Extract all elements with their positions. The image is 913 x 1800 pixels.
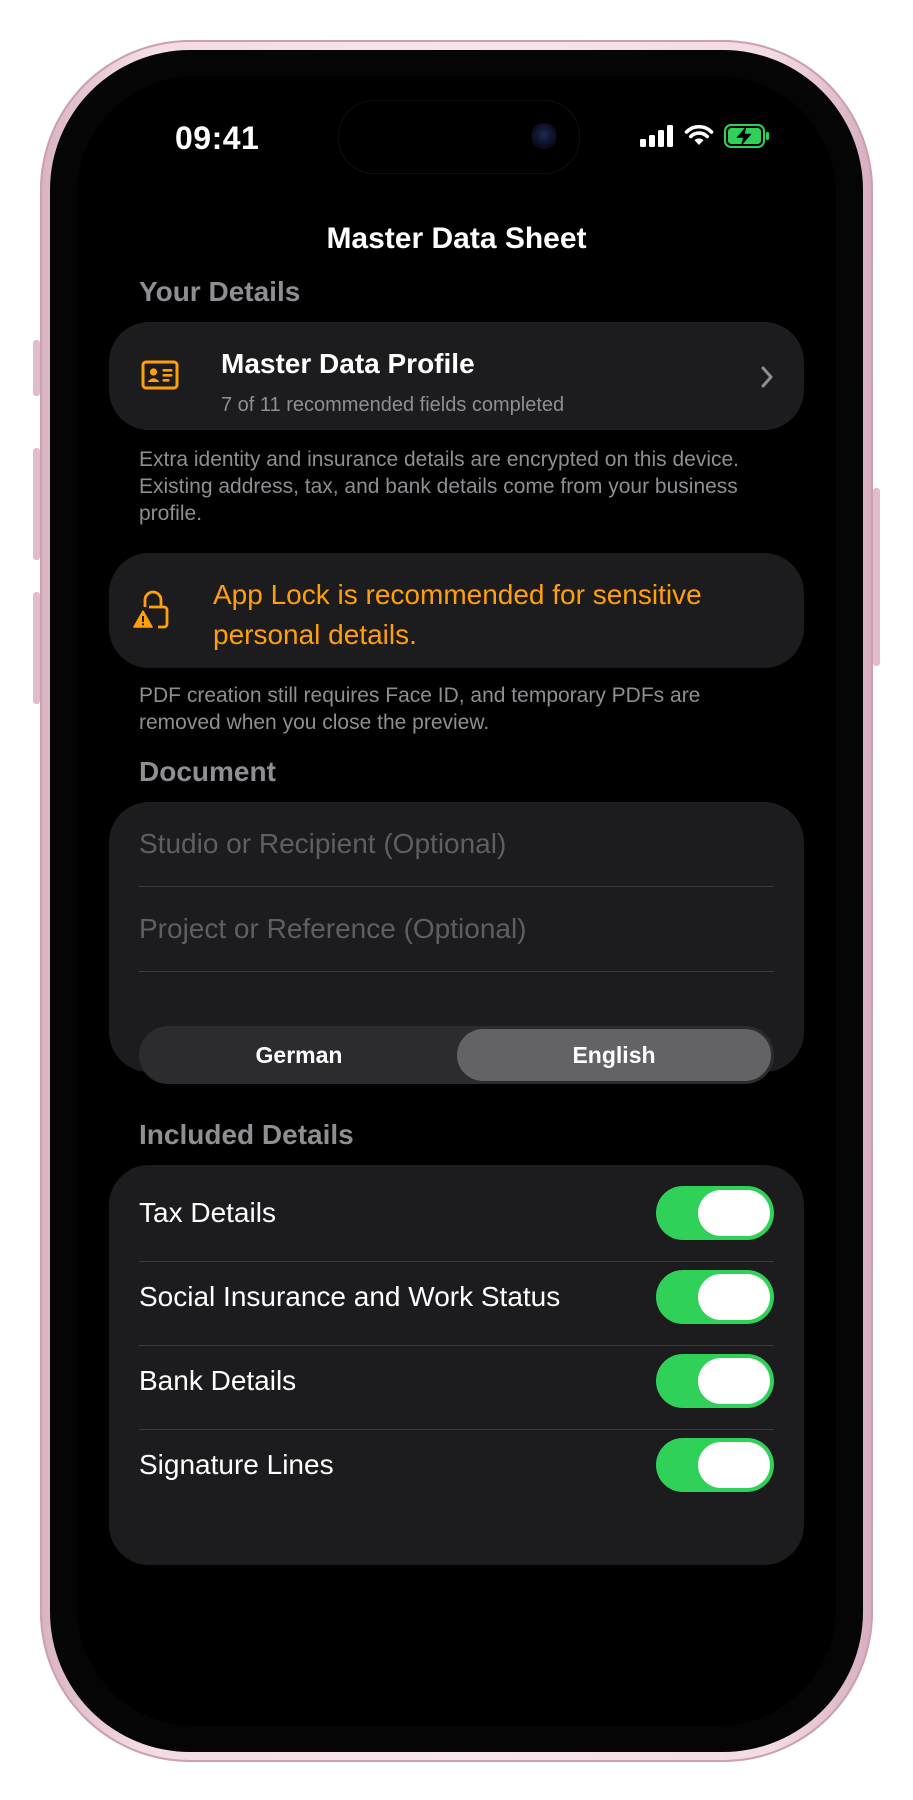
profile-title: Master Data Profile	[221, 348, 475, 379]
toggle-knob	[698, 1442, 770, 1488]
toggle-row-bank-details: Bank Details	[139, 1333, 774, 1430]
lock-warning-icon	[133, 590, 169, 629]
toggle-row-tax-details: Tax Details	[139, 1165, 774, 1262]
action-button	[33, 340, 40, 396]
front-camera-icon	[531, 123, 557, 149]
studio-recipient-input[interactable]: Studio or Recipient (Optional)	[139, 802, 774, 887]
toggle-knob	[698, 1274, 770, 1320]
included-details-card: Tax Details Social Insurance and Work St…	[109, 1165, 804, 1565]
section-header-document: Document	[139, 756, 276, 787]
app-lock-message: App Lock is recommended for sensitive pe…	[213, 579, 702, 650]
master-data-profile-row[interactable]: Master Data Profile 7 of 11 recommended …	[109, 322, 804, 430]
bank-details-toggle[interactable]	[656, 1354, 774, 1408]
toggle-knob	[698, 1190, 770, 1236]
toggle-label: Bank Details	[139, 1365, 297, 1396]
tax-details-toggle[interactable]	[656, 1186, 774, 1240]
screen: 09:41 Master Data Sheet Your Details Mas…	[77, 76, 836, 1726]
language-option-english[interactable]: English	[457, 1029, 771, 1081]
your-details-footnote: Extra identity and insurance details are…	[139, 448, 740, 525]
dynamic-island	[338, 100, 580, 174]
app-lock-footnote: PDF creation still requires Face ID, and…	[139, 684, 701, 734]
cellular-signal-icon	[640, 125, 673, 147]
status-icons	[640, 124, 770, 148]
volume-down-button	[33, 592, 40, 704]
app-lock-banner[interactable]: App Lock is recommended for sensitive pe…	[109, 553, 804, 668]
project-reference-input[interactable]: Project or Reference (Optional)	[139, 887, 774, 972]
language-option-german[interactable]: German	[142, 1029, 456, 1081]
page-title: Master Data Sheet	[326, 222, 587, 255]
language-segmented-control: German English	[139, 1026, 774, 1084]
battery-charging-icon	[724, 124, 769, 148]
section-header-your-details: Your Details	[139, 276, 301, 307]
profile-progress: 7 of 11 recommended fields completed	[221, 394, 565, 416]
wifi-icon	[684, 125, 714, 145]
volume-up-button	[33, 448, 40, 560]
social-insurance-toggle[interactable]	[656, 1270, 774, 1324]
document-card: Studio or Recipient (Optional) Project o…	[109, 802, 804, 1084]
section-header-included-details: Included Details	[139, 1119, 354, 1150]
toggle-knob	[698, 1358, 770, 1404]
toggle-label: Tax Details	[139, 1197, 276, 1228]
chevron-right-icon	[761, 366, 773, 388]
toggle-row-social-insurance: Social Insurance and Work Status	[139, 1249, 774, 1346]
power-button	[873, 488, 880, 666]
id-card-icon	[141, 360, 179, 390]
signature-lines-toggle[interactable]	[656, 1438, 774, 1492]
toggle-label: Social Insurance and Work Status	[139, 1281, 561, 1312]
toggle-row-signature-lines: Signature Lines	[139, 1417, 774, 1513]
status-time: 09:41	[175, 120, 260, 156]
toggle-label: Signature Lines	[139, 1449, 334, 1480]
